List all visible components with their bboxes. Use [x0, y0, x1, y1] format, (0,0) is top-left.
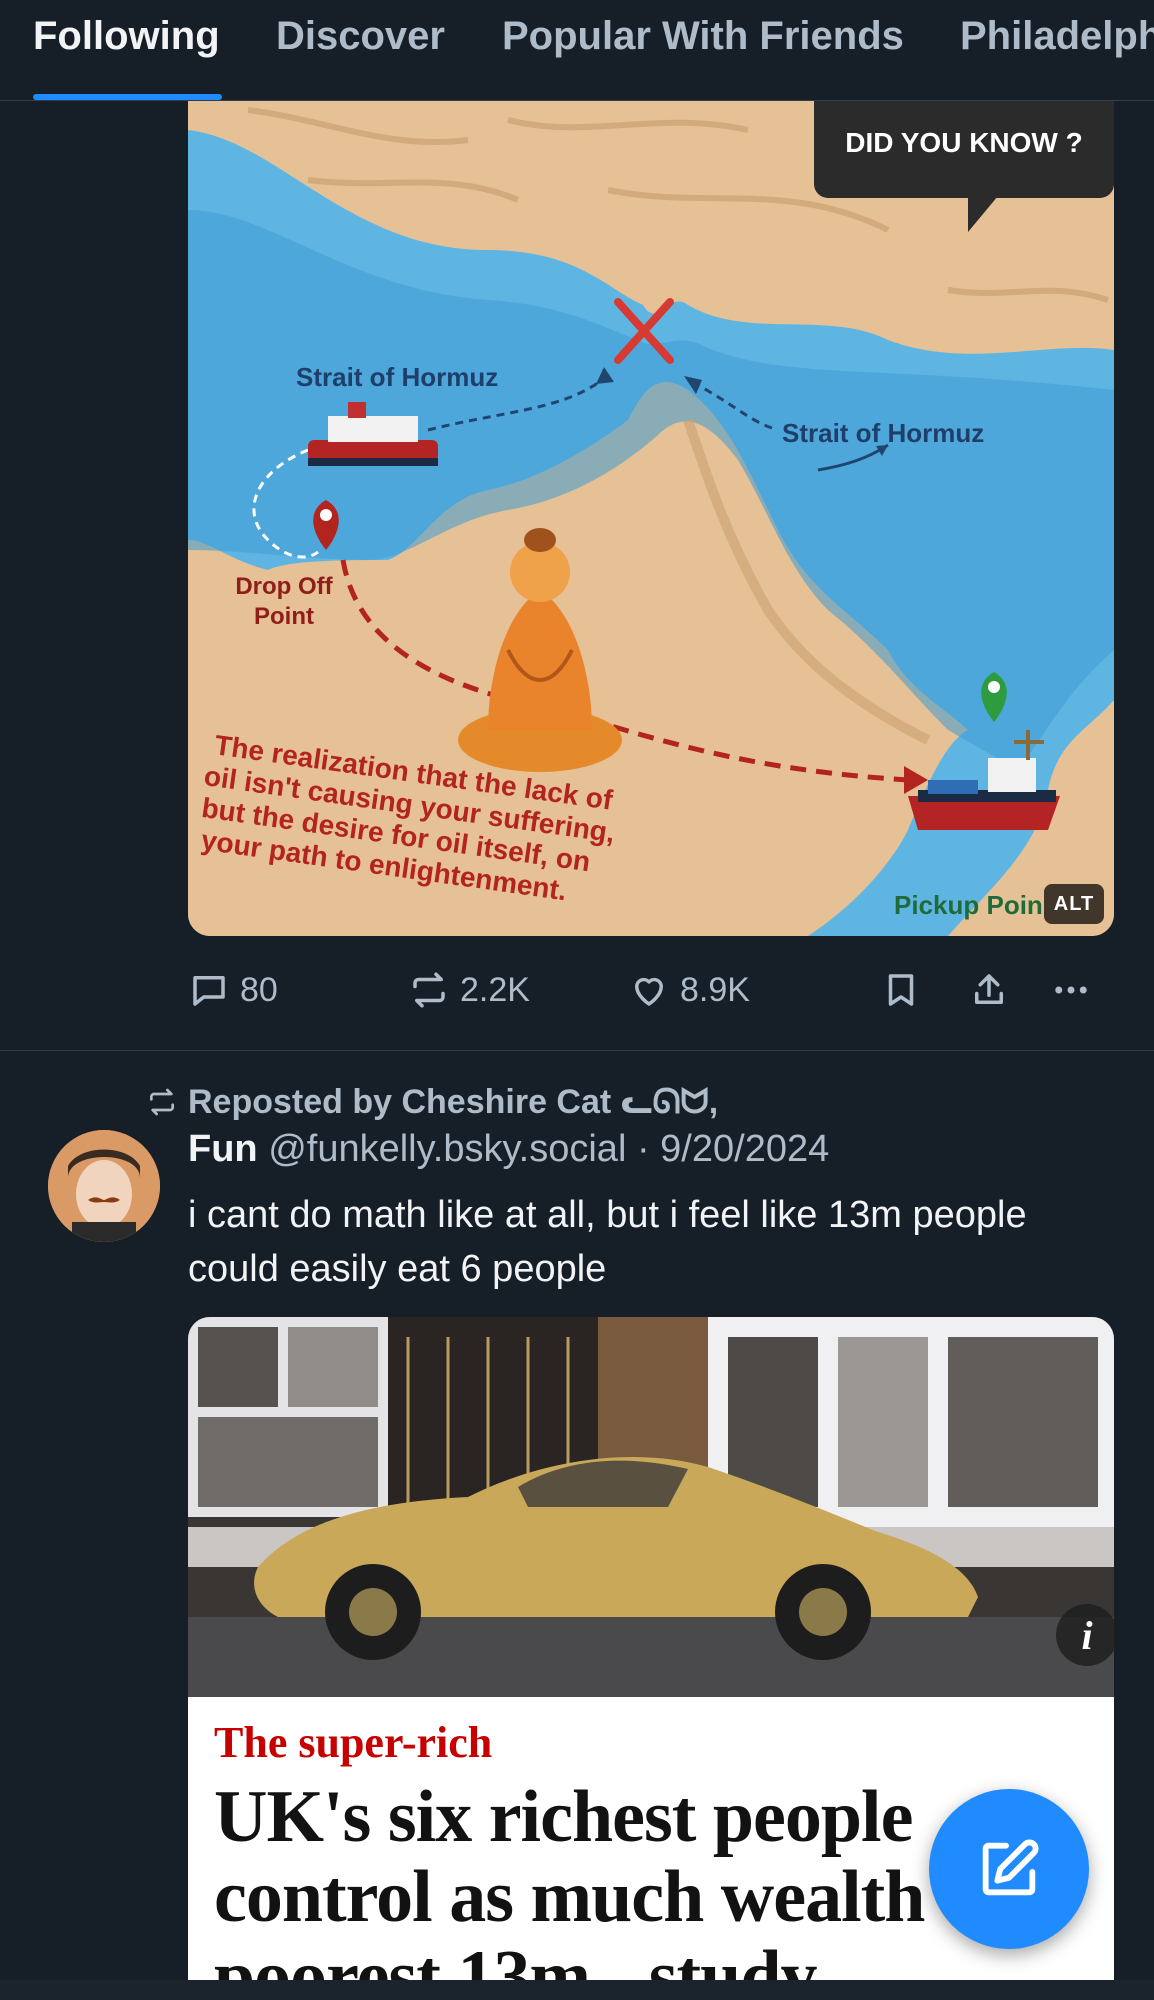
- post-actions: 80 2.2K 8.9K: [188, 960, 1114, 1020]
- tab-discover[interactable]: Discover: [276, 14, 445, 59]
- tab-following[interactable]: Following: [33, 14, 220, 59]
- article-kicker: The super-rich: [214, 1718, 493, 1767]
- callout-text: DID YOU KNOW ?: [845, 127, 1082, 158]
- share-button[interactable]: [968, 960, 1010, 1020]
- more-icon: [1055, 986, 1087, 994]
- post-author-line: Fun @funkelly.bsky.social · 9/20/2024: [188, 1128, 829, 1171]
- post-image-map[interactable]: DID YOU KNOW ? Strait of Hormuz Strait o…: [188, 90, 1114, 936]
- info-button[interactable]: i: [1056, 1604, 1118, 1666]
- repost-label: Reposted by Cheshire Cat ᓚᘏᗢ,: [188, 1083, 719, 1121]
- heart-icon: [635, 977, 663, 1006]
- repost-icon: [150, 1088, 174, 1116]
- pickup-label: Pickup Poin: [894, 890, 1043, 920]
- reply-button[interactable]: 80: [188, 960, 278, 1020]
- post-divider: [0, 1050, 1154, 1051]
- author-name[interactable]: Fun: [188, 1128, 258, 1170]
- bottom-bar-edge: [0, 1980, 1154, 2000]
- repost-button[interactable]: 2.2K: [408, 960, 530, 1020]
- active-tab-indicator: [33, 94, 222, 100]
- drop-off-label-line2: Point: [254, 603, 314, 630]
- strait-label-left: Strait of Hormuz: [296, 362, 498, 392]
- more-options-button[interactable]: [1050, 960, 1092, 1020]
- compose-icon: [982, 1839, 1039, 1896]
- drop-off-label-line1: Drop Off: [235, 573, 333, 600]
- repost-count: 2.2K: [460, 970, 530, 1009]
- article-photo: [188, 1317, 1114, 1697]
- compose-button[interactable]: [929, 1789, 1089, 1949]
- reply-icon: [193, 976, 225, 1006]
- share-icon: [975, 974, 1003, 1004]
- strait-label-right: Strait of Hormuz: [782, 418, 984, 448]
- tab-philadelphia[interactable]: Philadelph: [960, 14, 1154, 59]
- repost-indicator[interactable]: Reposted by Cheshire Cat ᓚᘏᗢ,: [146, 1080, 718, 1124]
- bookmark-icon: [888, 974, 914, 1006]
- reply-count: 80: [240, 970, 278, 1009]
- alt-text-badge[interactable]: ALT: [1044, 884, 1104, 924]
- author-handle[interactable]: @funkelly.bsky.social: [268, 1128, 626, 1170]
- tab-popular-with-friends[interactable]: Popular With Friends: [502, 14, 904, 59]
- repost-icon: [413, 972, 445, 1008]
- post-date[interactable]: 9/20/2024: [660, 1128, 829, 1170]
- post-text: i cant do math like at all, but i feel l…: [188, 1194, 1027, 1290]
- avatar[interactable]: [48, 1130, 160, 1242]
- like-button[interactable]: 8.9K: [628, 960, 750, 1020]
- bookmark-button[interactable]: [880, 960, 922, 1020]
- like-count: 8.9K: [680, 970, 750, 1009]
- feed-tab-bar: Following Discover Popular With Friends …: [0, 0, 1154, 101]
- meta-separator: ·: [636, 1128, 650, 1170]
